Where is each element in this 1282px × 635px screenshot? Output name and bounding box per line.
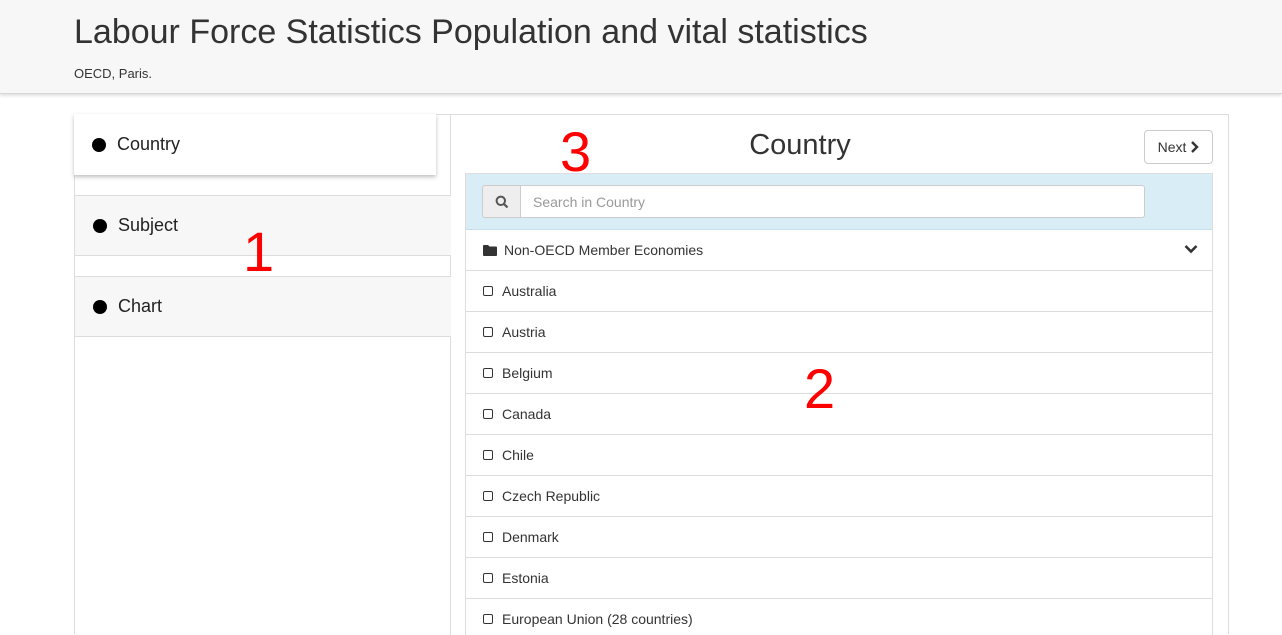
list-item-label: European Union (28 countries) [502,611,693,627]
list-item[interactable]: Canada [466,394,1212,435]
page-subtitle: OECD, Paris. [74,66,153,81]
chevron-right-icon [1191,141,1200,153]
list-item[interactable]: Austria [466,312,1212,353]
step-label: Subject [118,215,179,235]
list-item-label: Chile [502,447,534,463]
checkbox-icon[interactable] [483,286,493,296]
list-item[interactable]: Czech Republic [466,476,1212,517]
list-item[interactable]: Denmark [466,517,1212,558]
chevron-down-icon[interactable] [1184,244,1198,254]
annotation-1: 1 [243,220,275,283]
list-item-label: Denmark [502,529,559,545]
step-dot-icon [92,137,106,152]
country-list-panel: Non-OECD Member Economies Australia Aust… [465,173,1213,635]
list-item-label: Austria [502,324,546,340]
list-item[interactable]: Australia [466,271,1212,312]
next-label: Next [1157,139,1187,155]
checkbox-icon[interactable] [483,327,493,337]
checkbox-icon[interactable] [483,532,493,542]
annotation-2: 2 [804,357,836,420]
search-input[interactable] [520,185,1145,218]
step-label: Country [117,134,181,154]
list-item-label: Belgium [502,365,553,381]
list-item[interactable]: Belgium [466,353,1212,394]
search-button[interactable] [482,185,520,218]
list-item-label: Czech Republic [502,488,601,504]
page-title: Labour Force Statistics Population and v… [74,13,868,51]
checkbox-icon[interactable] [483,450,493,460]
list-item[interactable]: Chile [466,435,1212,476]
wizard-steps: Country Subject Chart [74,114,451,635]
search-icon [495,195,508,208]
checkbox-icon[interactable] [483,573,493,583]
step-chart[interactable]: Chart [74,276,451,337]
list-item[interactable]: European Union (28 countries) [466,599,1212,635]
folder-icon [483,244,497,256]
checkbox-icon[interactable] [483,614,493,624]
list-item[interactable]: Estonia [466,558,1212,599]
next-button[interactable]: Next [1144,130,1213,164]
wizard-container: Country Subject Chart Country Next Searc… [74,114,1229,635]
list-item-label: Canada [502,406,552,422]
step-dot-icon [93,218,107,233]
checkbox-icon[interactable] [483,409,493,419]
list-item-label: Estonia [502,570,549,586]
step-dot-icon [93,299,107,314]
checkbox-icon[interactable] [483,491,493,501]
list-item-label: Australia [502,283,557,299]
checkbox-icon[interactable] [483,368,493,378]
group-row[interactable]: Non-OECD Member Economies [466,230,1212,271]
group-label: Non-OECD Member Economies [504,242,704,258]
annotation-3: 3 [560,120,592,183]
step-label: Chart [118,296,163,316]
step-country[interactable]: Country [74,114,436,175]
page-header: Labour Force Statistics Population and v… [0,0,1282,94]
